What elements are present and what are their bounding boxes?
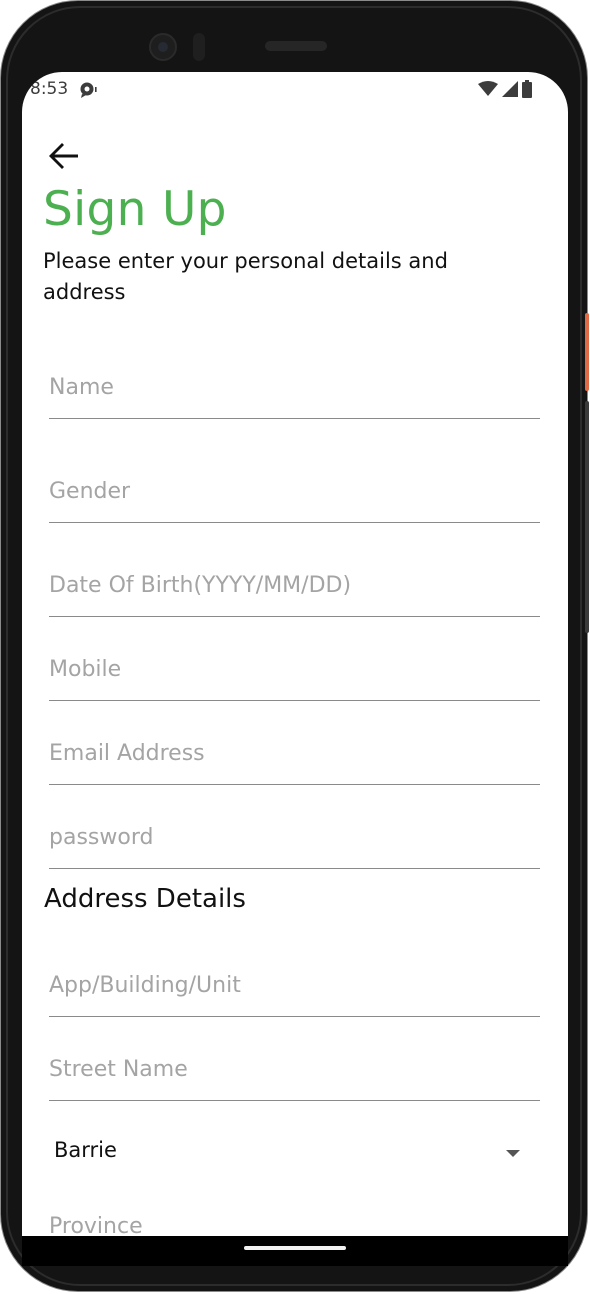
volume-button (585, 401, 589, 633)
mobile-input[interactable] (49, 657, 540, 682)
status-time: 8:53 (30, 79, 69, 99)
mobile-field[interactable] (49, 632, 540, 701)
page-subtitle: Please enter your personal details and a… (43, 249, 448, 304)
arrow-left-icon (49, 143, 78, 169)
earpiece-speaker (265, 41, 327, 51)
battery-icon (522, 80, 532, 98)
city-dropdown[interactable]: Barrie (49, 1122, 540, 1182)
chat-notification-icon (80, 82, 97, 98)
front-camera (149, 33, 177, 61)
power-button (585, 313, 589, 391)
back-button[interactable] (44, 136, 84, 176)
street-name-field[interactable] (49, 1032, 540, 1101)
gender-field[interactable] (49, 454, 540, 523)
province-input[interactable] (49, 1214, 540, 1236)
date-of-birth-field[interactable] (49, 548, 540, 617)
name-input[interactable] (49, 375, 540, 400)
date-of-birth-input[interactable] (49, 573, 540, 598)
password-input[interactable] (49, 825, 540, 850)
page-title: Sign Up (43, 182, 227, 237)
status-icons (478, 80, 532, 98)
address-section-heading: Address Details (44, 884, 246, 914)
email-input[interactable] (49, 741, 540, 766)
wifi-icon (478, 81, 498, 96)
status-bar: 8:53 (22, 72, 568, 108)
email-field[interactable] (49, 716, 540, 785)
city-selected-value: Barrie (54, 1138, 117, 1162)
gender-input[interactable] (49, 479, 540, 504)
navigation-bar (22, 1236, 568, 1266)
proximity-sensor (193, 33, 205, 61)
password-field[interactable] (49, 800, 540, 869)
province-field[interactable] (49, 1202, 540, 1236)
name-field[interactable] (49, 350, 540, 419)
street-name-input[interactable] (49, 1057, 540, 1082)
dropdown-arrow-icon (506, 1150, 520, 1157)
app-screen: 8:53 Sign Up Please enter your personal … (22, 72, 568, 1236)
unit-field[interactable] (49, 948, 540, 1017)
unit-input[interactable] (49, 973, 540, 998)
cellular-signal-icon (502, 81, 518, 97)
home-indicator[interactable] (244, 1246, 346, 1250)
